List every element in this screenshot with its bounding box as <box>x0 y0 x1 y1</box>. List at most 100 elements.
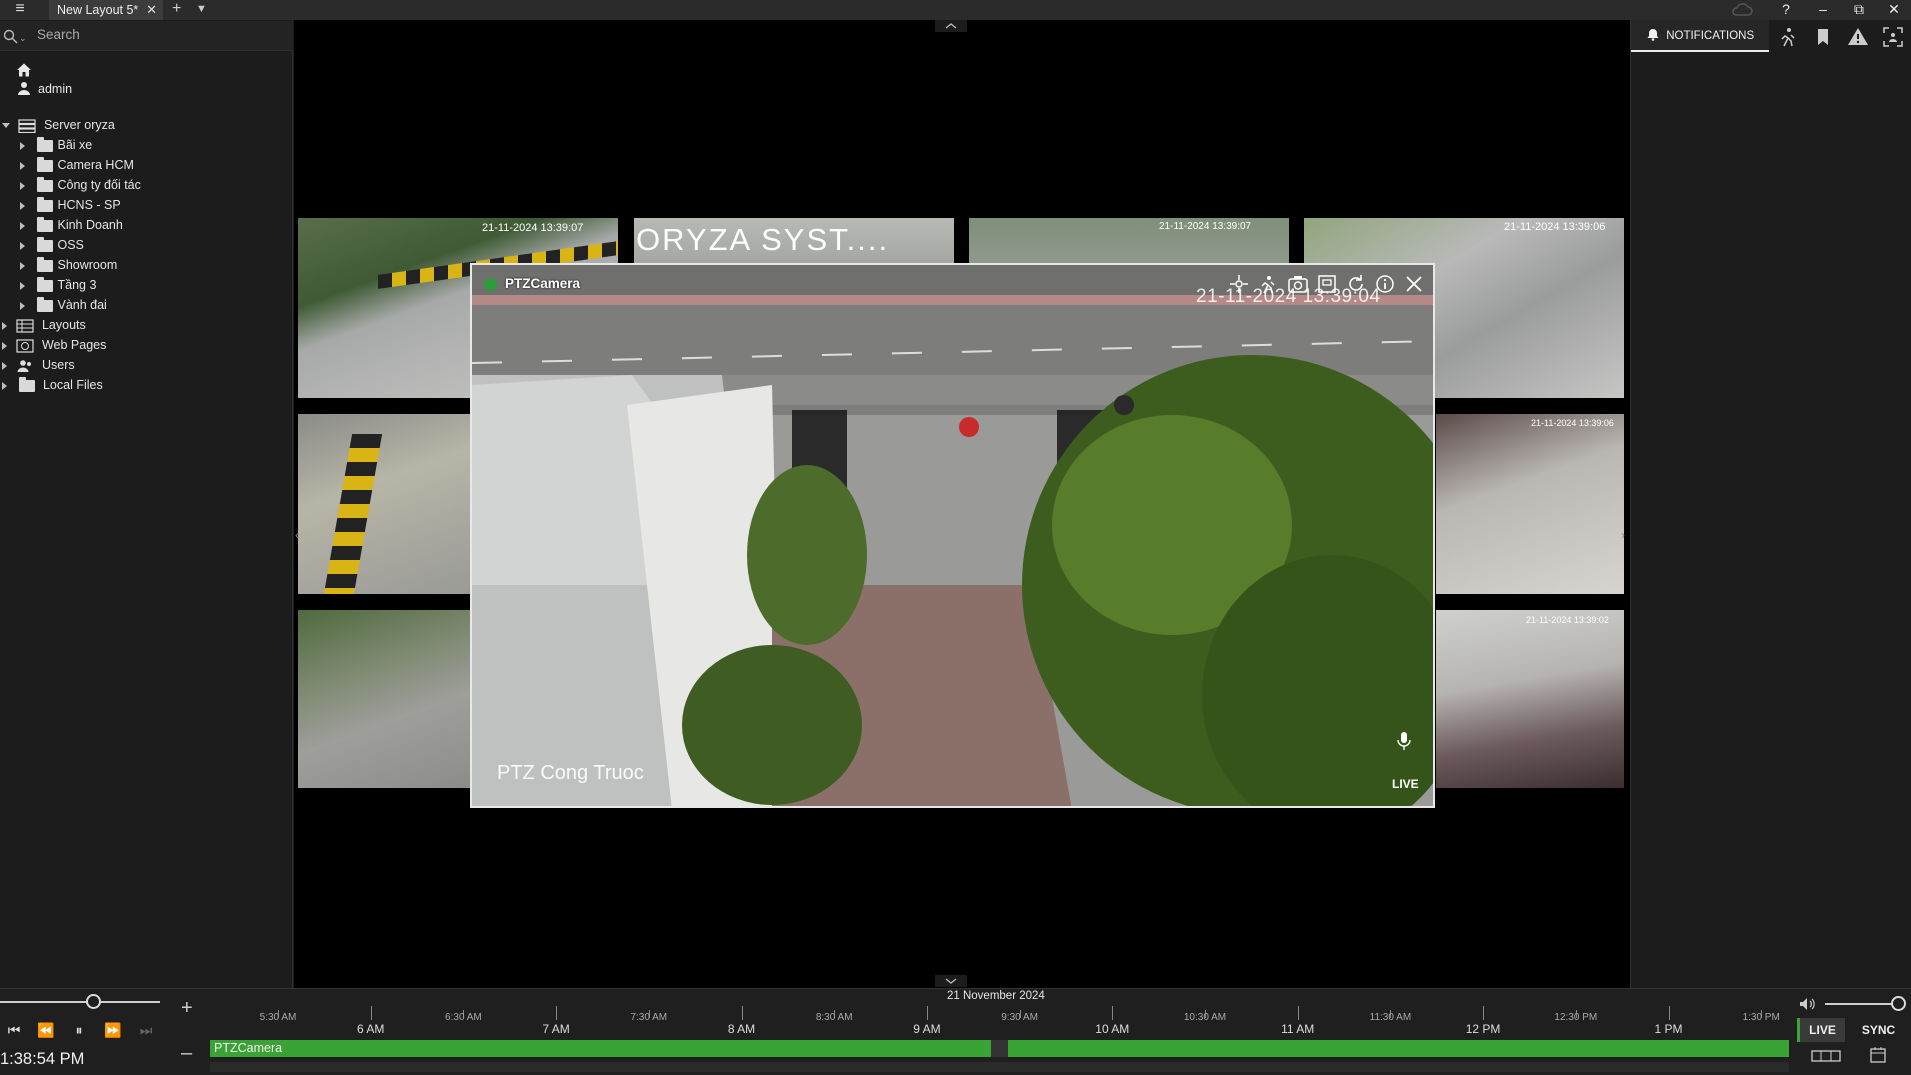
close-window-button[interactable]: ✕ <box>1877 0 1911 20</box>
timeline-date: 21 November 2024 <box>947 990 1045 1002</box>
camera-tile[interactable]: 21-11-2024 13:39:02 <box>1436 610 1624 788</box>
tree-folder-label: Camera HCM <box>57 158 134 172</box>
info-icon[interactable] <box>1374 273 1396 295</box>
camera-timestamp: 21-11-2024 13:39:02 <box>1526 615 1609 625</box>
skip-to-end-icon[interactable]: ⏭ <box>135 1020 157 1040</box>
folder-icon <box>37 216 54 232</box>
sync-button[interactable]: SYNC <box>1853 1018 1904 1042</box>
rewind-icon[interactable]: ⏪ <box>35 1020 57 1040</box>
tree-folder[interactable]: HCNS - SP <box>20 195 121 215</box>
expand-arrow-icon[interactable] <box>20 241 25 250</box>
expand-arrow-icon[interactable] <box>20 221 25 230</box>
home-icon[interactable] <box>16 62 32 78</box>
analytics-icon[interactable] <box>1882 26 1904 48</box>
camera-tile[interactable] <box>298 610 470 788</box>
camera-overlay-text: ORYZA SYST.... <box>636 222 890 257</box>
tree-server[interactable]: Server oryza <box>2 115 115 135</box>
camera-tile[interactable]: 21-11-2024 13:39:06 <box>1436 414 1624 594</box>
tree-folder[interactable]: Showroom <box>20 255 117 275</box>
tree-web-pages[interactable]: Web Pages <box>2 335 106 355</box>
tree-folder[interactable]: OSS <box>20 235 84 255</box>
tree-folder[interactable]: Tầng 3 <box>20 275 96 295</box>
scroll-right-icon[interactable]: › <box>1621 528 1625 542</box>
fit-frame-icon[interactable] <box>1316 273 1338 295</box>
expand-arrow-icon[interactable] <box>20 301 25 310</box>
collapse-top-handle-icon[interactable] <box>935 20 967 32</box>
tree-folder[interactable]: Vành đai <box>20 295 107 315</box>
expand-arrow-icon[interactable] <box>20 201 25 210</box>
tree-folder-label: HCNS - SP <box>57 198 121 212</box>
tree-folder-label: Showroom <box>57 258 118 272</box>
tree-folder[interactable]: Camera HCM <box>20 155 134 175</box>
tree-users[interactable]: Users <box>2 355 75 375</box>
tree-layouts-label: Layouts <box>41 318 86 332</box>
thumbnails-icon[interactable] <box>1811 1048 1841 1064</box>
motion-tab-icon[interactable] <box>1777 26 1799 48</box>
fast-forward-icon[interactable]: ⏩ <box>102 1020 124 1040</box>
restore-button[interactable]: ⧉ <box>1842 0 1876 20</box>
tree-folder[interactable]: Bãi xe <box>20 135 92 155</box>
tree-server-label: Server oryza <box>43 118 115 132</box>
notifications-tab-label: NOTIFICATIONS <box>1666 30 1755 42</box>
speed-slider-knob[interactable] <box>86 994 101 1009</box>
speaker-icon[interactable] <box>1798 996 1816 1012</box>
skip-to-start-icon[interactable]: ⏮ <box>3 1020 25 1040</box>
close-icon[interactable] <box>1403 273 1425 295</box>
live-button[interactable]: LIVE <box>1797 1018 1845 1042</box>
cloud-icon[interactable] <box>1731 1 1753 19</box>
search-icon <box>3 29 18 44</box>
microphone-icon[interactable] <box>1396 731 1412 751</box>
help-button[interactable]: ? <box>1769 0 1803 20</box>
motion-search-icon[interactable] <box>1257 273 1279 295</box>
expand-arrow-icon[interactable] <box>2 381 7 390</box>
camera-tile[interactable] <box>298 414 470 594</box>
expand-arrow-icon[interactable] <box>2 341 7 350</box>
user-icon <box>18 82 30 95</box>
camera-zoom-window[interactable] <box>470 263 1435 808</box>
tree-local-files[interactable]: Local Files <box>2 375 103 395</box>
calendar-icon[interactable] <box>1869 1046 1887 1064</box>
current-user[interactable]: admin <box>38 82 72 96</box>
server-icon <box>18 119 37 133</box>
tree-folder[interactable]: Kinh Doanh <box>20 215 123 235</box>
pause-icon[interactable]: ⏸ <box>68 1020 90 1040</box>
timeline-scrollbar[interactable] <box>210 1062 1789 1072</box>
folder-icon <box>37 256 54 272</box>
tree-layouts[interactable]: Layouts <box>2 315 86 335</box>
expand-arrow-icon[interactable] <box>2 321 7 330</box>
expand-arrow-icon[interactable] <box>20 181 25 190</box>
rotate-icon[interactable] <box>1345 273 1367 295</box>
warning-icon[interactable] <box>1847 26 1869 48</box>
timeline-zoom-in-button[interactable]: + <box>181 997 193 1020</box>
expand-arrow-icon[interactable] <box>20 281 25 290</box>
speed-slider-track[interactable] <box>0 1001 160 1003</box>
notifications-tab[interactable]: NOTIFICATIONS <box>1631 20 1769 52</box>
close-tab-icon[interactable]: ✕ <box>146 0 157 20</box>
current-time: 1:38:54 PM <box>0 1050 85 1068</box>
folder-icon <box>37 196 54 212</box>
bookmark-icon[interactable] <box>1812 26 1834 48</box>
minimize-button[interactable]: – <box>1806 0 1840 20</box>
scroll-left-icon[interactable]: ‹ <box>295 528 299 542</box>
layout-tab[interactable]: New Layout 5* ✕ <box>49 0 163 20</box>
expand-arrow-icon[interactable] <box>20 141 25 150</box>
tree-web-pages-label: Web Pages <box>41 338 107 352</box>
ptz-control-icon[interactable] <box>1228 273 1250 295</box>
search-options-icon[interactable]: ⌄ <box>19 33 27 44</box>
expand-arrow-icon[interactable] <box>20 261 25 270</box>
folder-icon <box>37 156 54 172</box>
expand-arrow-icon[interactable] <box>20 161 25 170</box>
tree-folder[interactable]: Công ty đối tác <box>20 175 141 195</box>
tab-list-dropdown-icon[interactable]: ▼ <box>196 0 207 19</box>
tree-local-files-label: Local Files <box>42 378 103 392</box>
add-tab-button[interactable]: + <box>172 0 181 18</box>
main-menu-button[interactable]: ≡ <box>6 1 34 19</box>
tree-folder-label: Bãi xe <box>57 138 93 152</box>
collapse-arrow-icon[interactable] <box>2 123 10 129</box>
expand-arrow-icon[interactable] <box>2 361 7 370</box>
playhead-marker[interactable] <box>991 1040 1008 1057</box>
timeline-zoom-out-button[interactable]: – <box>181 1042 192 1065</box>
volume-slider-knob[interactable] <box>1891 996 1906 1011</box>
collapse-bottom-handle-icon[interactable] <box>935 975 967 987</box>
screenshot-icon[interactable] <box>1287 273 1309 295</box>
